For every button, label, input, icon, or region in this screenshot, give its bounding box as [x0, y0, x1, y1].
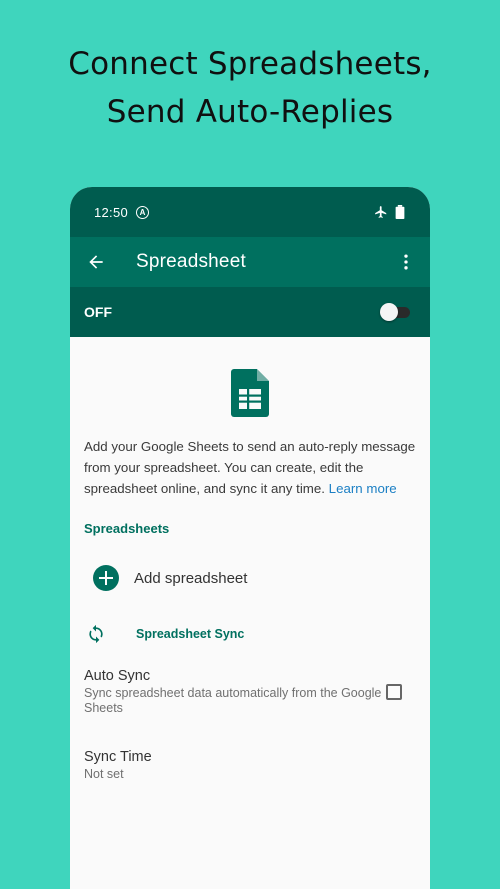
phone-screen: 12:50 A Spreadsheet OFF Add your Google …	[70, 187, 430, 889]
add-spreadsheet-button[interactable]: Add spreadsheet	[84, 565, 416, 591]
auto-sync-preference[interactable]: Auto Sync Sync spreadsheet data automati…	[84, 668, 416, 716]
sync-time-texts: Sync Time Not set	[84, 749, 416, 782]
sync-time-preference[interactable]: Sync Time Not set	[84, 749, 416, 782]
auto-a-icon: A	[136, 205, 150, 219]
more-vert-icon[interactable]	[396, 252, 416, 272]
add-spreadsheet-label: Add spreadsheet	[134, 569, 248, 587]
spreadsheet-doc-icon	[84, 337, 416, 417]
intro-description: Add your Google Sheets to send an auto-r…	[84, 436, 416, 499]
page-title: Spreadsheet	[136, 251, 246, 272]
status-bar: 12:50 A	[70, 187, 430, 237]
master-toggle-bar: OFF	[70, 287, 430, 337]
learn-more-link[interactable]: Learn more	[329, 481, 397, 496]
sync-section-header: Spreadsheet Sync	[84, 624, 416, 644]
headline-line-2: Send Auto-Replies	[106, 94, 394, 130]
battery-icon	[395, 205, 405, 219]
status-time: 12:50	[94, 204, 129, 220]
main-content: Add your Google Sheets to send an auto-r…	[70, 337, 430, 782]
promo-headline: Connect Spreadsheets, Send Auto-Replies	[0, 40, 500, 136]
switch-thumb	[380, 303, 398, 321]
spreadsheets-section-header: Spreadsheets	[84, 521, 170, 536]
auto-sync-checkbox[interactable]	[386, 684, 402, 700]
airplane-mode-icon	[375, 206, 387, 218]
auto-sync-title: Auto Sync	[84, 668, 151, 684]
auto-sync-texts: Auto Sync Sync spreadsheet data automati…	[84, 668, 386, 716]
app-bar: Spreadsheet	[70, 237, 430, 287]
arrow-back-icon[interactable]	[86, 252, 106, 272]
sync-time-title: Sync Time	[84, 749, 152, 765]
headline-line-1: Connect Spreadsheets,	[68, 46, 432, 82]
add-circle-icon	[93, 565, 119, 591]
toggle-state-label: OFF	[84, 304, 112, 320]
sync-section-title: Spreadsheet Sync	[136, 627, 245, 641]
sync-icon	[89, 624, 103, 644]
master-toggle-switch[interactable]	[380, 302, 412, 322]
sync-time-summary: Not set	[84, 767, 124, 781]
auto-sync-summary: Sync spreadsheet data automatically from…	[84, 686, 382, 715]
